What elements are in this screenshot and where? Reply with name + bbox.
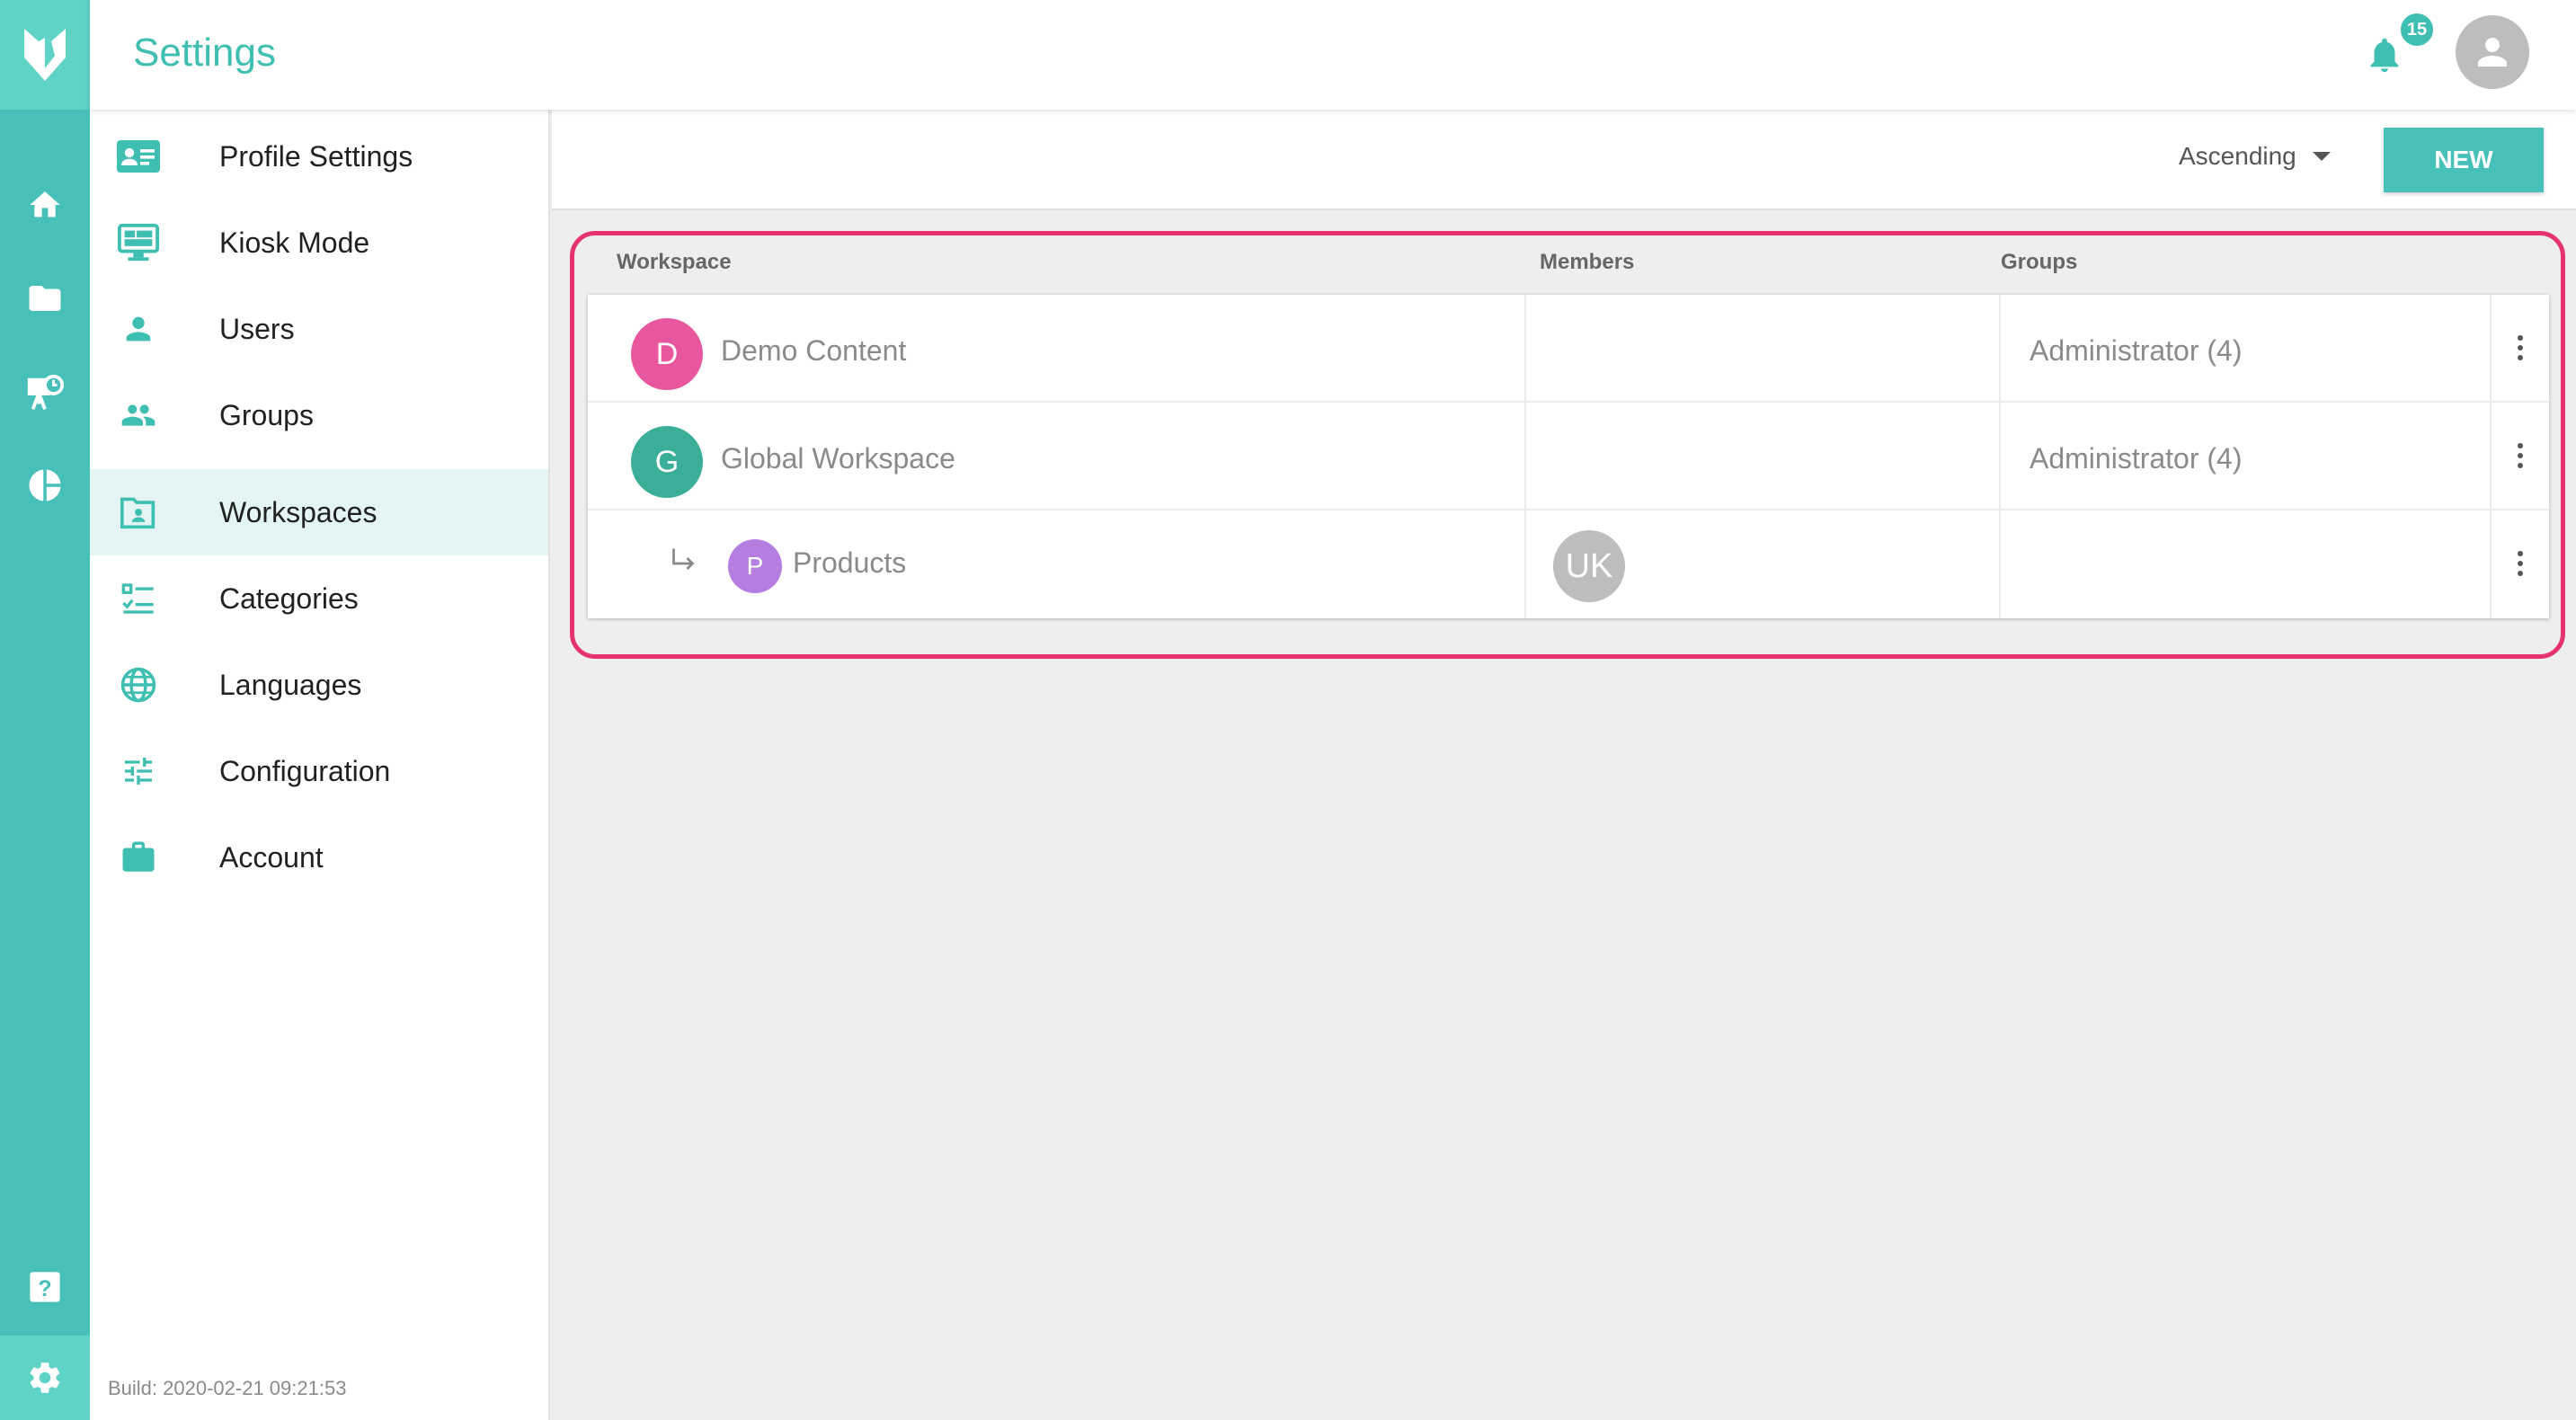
group-name: Administrator (4) <box>2030 442 2243 475</box>
column-header-members[interactable]: Members <box>1540 250 1634 275</box>
people-icon <box>117 394 160 437</box>
folder-icon[interactable] <box>0 262 90 334</box>
monitor-icon <box>117 221 160 264</box>
user-avatar[interactable] <box>2456 15 2529 89</box>
menu-item-account[interactable]: Account <box>90 814 548 901</box>
menu-item-users[interactable]: Users <box>90 286 548 372</box>
build-info: Build: 2020-02-21 09:21:53 <box>108 1377 347 1399</box>
member-avatar[interactable]: UK <box>1553 530 1625 602</box>
menu-label: Kiosk Mode <box>219 226 370 259</box>
table-row[interactable]: G Global Workspace Administrator (4) <box>588 403 2549 510</box>
workspace-name: Products <box>793 546 907 579</box>
group-name: Administrator (4) <box>2030 334 2243 367</box>
sliders-icon <box>117 750 160 793</box>
subdirectory-arrow-icon <box>672 548 695 570</box>
settings-menu: Profile Settings Kiosk Mode Users Groups… <box>90 110 550 1420</box>
help-icon[interactable]: ? <box>0 1251 90 1323</box>
column-header-workspace[interactable]: Workspace <box>617 250 732 275</box>
column-header-groups[interactable]: Groups <box>2001 250 2077 275</box>
icon-rail: ? <box>0 0 90 1420</box>
sort-dropdown[interactable]: Ascending <box>2179 142 2331 171</box>
briefcase-icon <box>117 836 160 879</box>
menu-item-profile-settings[interactable]: Profile Settings <box>90 113 548 200</box>
globe-icon <box>117 663 160 706</box>
menu-item-configuration[interactable]: Configuration <box>90 728 548 814</box>
menu-label: Profile Settings <box>219 139 413 173</box>
workspace-name: Demo Content <box>721 334 907 367</box>
menu-item-kiosk-mode[interactable]: Kiosk Mode <box>90 200 548 286</box>
person-icon <box>2478 38 2507 67</box>
pie-chart-icon[interactable] <box>0 449 90 521</box>
more-vert-icon[interactable] <box>2511 433 2529 478</box>
workspace-table: D Demo Content Administrator (4) G Globa… <box>588 295 2549 618</box>
menu-label: Configuration <box>219 754 391 787</box>
notification-badge: 15 <box>2398 11 2436 49</box>
toolbar: Ascending NEW <box>552 110 2576 210</box>
caret-down-icon <box>2312 152 2331 161</box>
more-vert-icon[interactable] <box>2511 325 2529 370</box>
home-icon[interactable] <box>0 169 90 241</box>
app-header: Settings 15 <box>90 0 2576 110</box>
workspace-avatar: D <box>631 318 703 390</box>
id-card-icon <box>117 135 160 178</box>
folder-shared-icon <box>117 491 160 534</box>
menu-item-languages[interactable]: Languages <box>90 642 548 728</box>
logo-icon[interactable] <box>0 0 90 110</box>
workspace-name: Global Workspace <box>721 442 955 475</box>
person-icon <box>117 307 160 351</box>
gear-icon[interactable] <box>0 1336 90 1420</box>
page-title: Settings <box>133 31 276 75</box>
checklist-icon <box>117 577 160 620</box>
table-row[interactable]: P Products UK <box>588 510 2549 618</box>
menu-label: Languages <box>219 668 362 701</box>
sort-label: Ascending <box>2179 142 2296 170</box>
menu-label: Categories <box>219 581 359 615</box>
menu-label: Account <box>219 840 324 874</box>
menu-item-categories[interactable]: Categories <box>90 555 548 642</box>
workspace-avatar: P <box>728 539 782 593</box>
new-button[interactable]: NEW <box>2384 128 2544 192</box>
more-vert-icon[interactable] <box>2511 541 2529 586</box>
menu-label: Users <box>219 312 295 345</box>
menu-item-workspaces[interactable]: Workspaces <box>90 469 548 555</box>
svg-text:?: ? <box>38 1276 51 1301</box>
menu-item-groups[interactable]: Groups <box>90 372 548 458</box>
workspace-avatar: G <box>631 426 703 498</box>
menu-label: Workspaces <box>219 495 378 528</box>
menu-label: Groups <box>219 398 314 431</box>
table-row[interactable]: D Demo Content Administrator (4) <box>588 295 2549 403</box>
presentation-icon[interactable] <box>0 358 90 430</box>
